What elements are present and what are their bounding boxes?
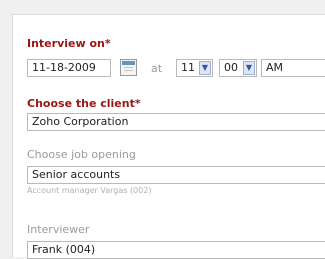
- chevron-down-icon[interactable]: ▼: [199, 61, 211, 75]
- interview-date-field[interactable]: 11-18-2009: [27, 59, 111, 77]
- interviewer-field[interactable]: Frank (004): [27, 241, 325, 259]
- ampm-select[interactable]: AM: [261, 59, 325, 77]
- job-opening-subtext: Account manager Vargas (002): [27, 186, 152, 195]
- minute-select-value: 00: [224, 61, 238, 74]
- choose-client-label: Choose the client*: [27, 97, 141, 110]
- ampm-select-value: AM: [266, 61, 284, 74]
- job-opening-field[interactable]: Senior accounts: [27, 166, 325, 184]
- client-field[interactable]: Zoho Corporation: [27, 113, 325, 131]
- choose-job-opening-label: Choose job opening: [27, 148, 136, 161]
- calendar-icon[interactable]: [120, 59, 137, 76]
- interviewer-label: Interviewer: [27, 223, 90, 236]
- hour-select[interactable]: 11 ▼: [176, 59, 213, 77]
- interview-on-label: Interview on*: [27, 37, 111, 50]
- interview-form: Interview on* 11-18-2009 at 11 ▼ 00 ▼ AM…: [12, 14, 325, 259]
- at-label: at: [151, 62, 163, 75]
- chevron-down-icon[interactable]: ▼: [243, 61, 255, 75]
- minute-select[interactable]: 00 ▼: [219, 59, 257, 77]
- hour-select-value: 11: [181, 61, 195, 74]
